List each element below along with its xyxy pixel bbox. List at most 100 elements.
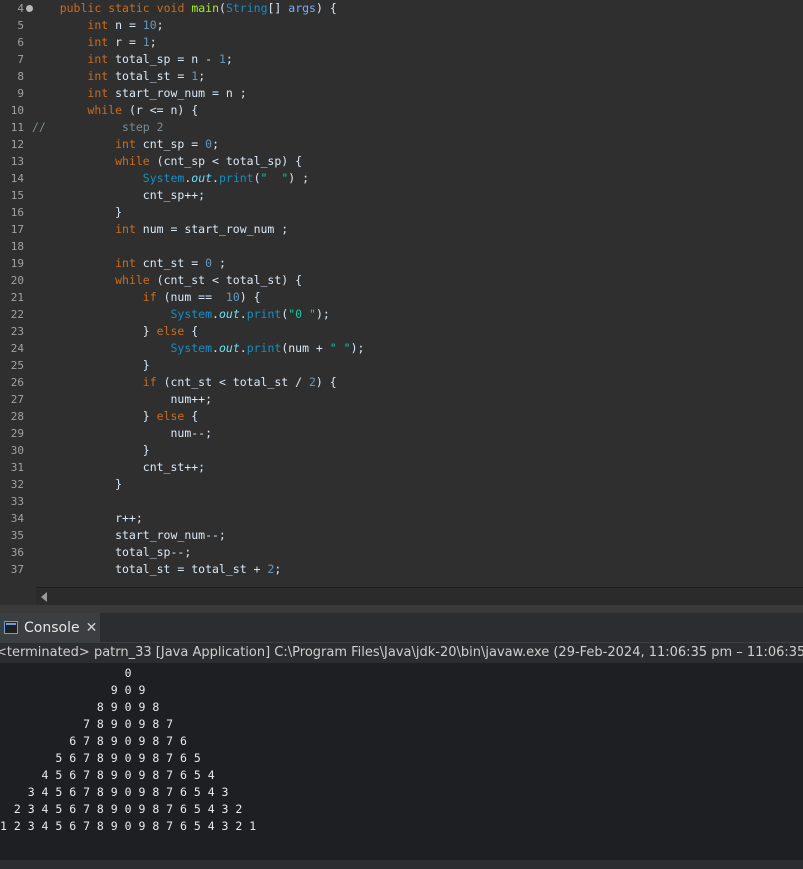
- code-line[interactable]: System.out.print(num + " ");: [32, 340, 364, 357]
- code-token: ) ;: [288, 171, 310, 185]
- code-token: " ": [260, 171, 289, 185]
- code-line[interactable]: num--;: [32, 425, 212, 442]
- code-token: out: [218, 341, 240, 355]
- code-token: print: [218, 171, 254, 185]
- code-token: (num +: [281, 341, 330, 355]
- code-token: total_sp--;: [32, 545, 192, 559]
- code-line[interactable]: if (num == 10) {: [32, 289, 261, 306]
- code-token: total_sp = n -: [108, 52, 219, 66]
- line-number: 34: [10, 512, 24, 525]
- code-line[interactable]: total_st = total_st + 2;: [32, 561, 281, 578]
- code-line[interactable]: while (r <= n) {: [32, 102, 198, 119]
- code-token: ;: [225, 52, 233, 66]
- code-token: (: [219, 1, 226, 15]
- code-line[interactable]: while (cnt_st < total_st) {: [32, 272, 302, 289]
- code-token: if: [142, 375, 157, 389]
- code-line[interactable]: }: [32, 442, 150, 459]
- console-output-line: 6 7 8 9 0 9 8 7 6: [0, 734, 187, 748]
- code-token: out: [191, 171, 213, 185]
- tab-console[interactable]: Console ✕: [0, 613, 100, 642]
- code-editor[interactable]: 4 5 6 7 8 9 10 11 12 13 14 15 16 17 18 19 20 21 22 23 24 25 26…: [0, 0, 803, 587]
- code-token: (num ==: [156, 290, 226, 304]
- line-number: 23: [10, 325, 24, 338]
- code-token: (cnt_sp < total_sp) {: [149, 154, 303, 168]
- line-number: 21: [10, 291, 24, 304]
- code-token: ) {: [315, 1, 337, 15]
- code-token: print: [246, 307, 282, 321]
- code-line[interactable]: public static void main(String[] args) {: [32, 0, 337, 17]
- code-token: }: [32, 324, 157, 338]
- editor-horizontal-scrollbar[interactable]: [36, 587, 803, 606]
- line-number: 27: [10, 393, 24, 406]
- code-line[interactable]: r++;: [32, 510, 143, 527]
- code-token: if: [142, 290, 157, 304]
- code-token: .: [239, 341, 247, 355]
- code-line[interactable]: int start_row_num = n ;: [32, 85, 246, 102]
- console-output-line: 7 8 9 0 9 8 7: [0, 717, 174, 731]
- code-line[interactable]: total_sp--;: [32, 544, 191, 561]
- code-token: (cnt_st < total_st /: [156, 375, 309, 389]
- code-token: .: [212, 341, 219, 355]
- code-line[interactable]: num++;: [32, 391, 212, 408]
- code-token: (r <= n) {: [122, 103, 199, 117]
- code-token: r =: [108, 35, 143, 49]
- code-line[interactable]: System.out.print("0 ");: [32, 306, 330, 323]
- code-token: 2: [308, 375, 316, 389]
- code-line[interactable]: int num = start_row_num ;: [32, 221, 288, 238]
- code-line[interactable]: System.out.print(" ") ;: [32, 170, 309, 187]
- code-line[interactable]: }: [32, 357, 150, 374]
- code-token: "0 ": [288, 307, 316, 321]
- line-number: 16: [10, 206, 24, 219]
- console-output[interactable]: 0 9 0 9 8 9 0 9 8 7 8 9 0 9 8 7 6 7 8 9 …: [0, 664, 803, 860]
- code-token: }: [32, 205, 123, 219]
- code-token: .: [212, 171, 219, 185]
- close-icon[interactable]: ✕: [86, 620, 98, 636]
- code-line[interactable]: cnt_sp++;: [32, 187, 205, 204]
- code-token: ;: [198, 69, 206, 83]
- console-bottom-strip: [0, 860, 803, 869]
- code-line[interactable]: int cnt_st = 0 ;: [32, 255, 226, 272]
- code-line[interactable]: start_row_num--;: [32, 527, 226, 544]
- code-area[interactable]: public static void main(String[] args) {…: [32, 0, 803, 587]
- code-line[interactable]: int cnt_sp = 0;: [32, 136, 219, 153]
- line-number-gutter: 4 5 6 7 8 9 10 11 12 13 14 15 16 17 18 19 20 21 22 23 24 25 26…: [0, 0, 36, 587]
- code-token: while: [115, 154, 150, 168]
- code-line[interactable]: // step 2: [32, 119, 164, 136]
- panel-divider[interactable]: [0, 605, 803, 613]
- code-token: 10: [225, 290, 240, 304]
- code-line[interactable]: } else {: [32, 323, 198, 340]
- console-output-line: 5 6 7 8 9 0 9 8 7 6 5: [0, 751, 201, 765]
- code-line[interactable]: }: [32, 476, 122, 493]
- code-token: ) {: [239, 290, 261, 304]
- code-token: void: [156, 1, 185, 15]
- code-line[interactable]: int total_sp = n - 1;: [32, 51, 233, 68]
- code-token: 1: [218, 52, 226, 66]
- code-token: }: [32, 477, 123, 491]
- line-number: 17: [10, 223, 24, 236]
- console-icon: [4, 621, 18, 634]
- code-line[interactable]: int total_st = 1;: [32, 68, 205, 85]
- line-number: 9: [17, 87, 24, 100]
- code-token: else: [156, 409, 185, 423]
- code-token: int: [87, 35, 109, 49]
- code-line[interactable]: if (cnt_st < total_st / 2) {: [32, 374, 337, 391]
- console-output-line: 4 5 6 7 8 9 0 9 8 7 6 5 4: [0, 768, 215, 782]
- code-token: num++;: [32, 392, 213, 406]
- code-token: int: [115, 137, 136, 151]
- code-line[interactable]: cnt_st++;: [32, 459, 205, 476]
- code-line[interactable]: } else {: [32, 408, 198, 425]
- scroll-left-arrow-icon[interactable]: [41, 592, 47, 602]
- code-line[interactable]: int r = 1;: [32, 34, 157, 51]
- code-token: int: [87, 52, 109, 66]
- code-line[interactable]: }: [32, 204, 122, 221]
- code-line[interactable]: int n = 10;: [32, 17, 163, 34]
- code-token: ;: [149, 35, 157, 49]
- code-line[interactable]: while (cnt_sp < total_sp) {: [32, 153, 302, 170]
- code-token: );: [315, 307, 330, 321]
- console-output-line: 2 3 4 5 6 7 8 9 0 9 8 7 6 5 4 3 2: [0, 802, 243, 816]
- code-token: {: [184, 324, 199, 338]
